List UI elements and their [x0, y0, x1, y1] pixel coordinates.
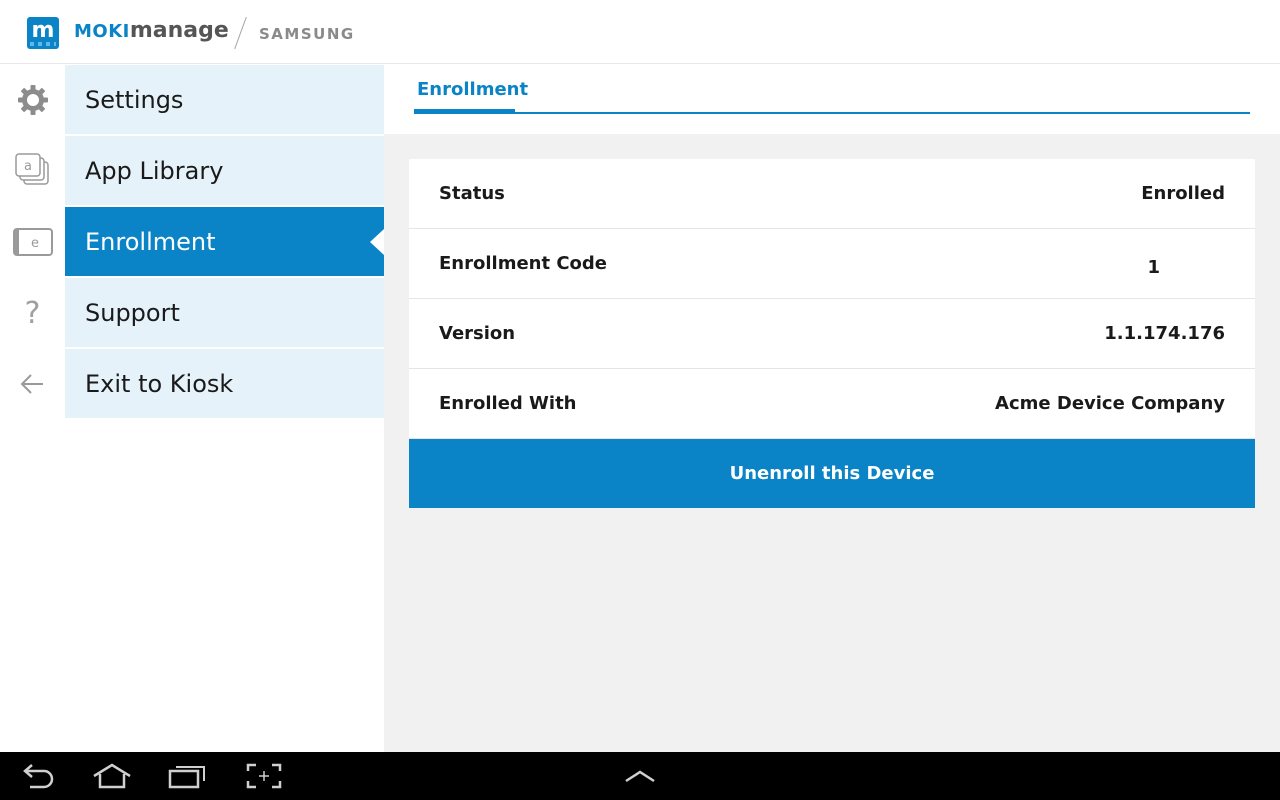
back-arrow-icon[interactable] [0, 349, 65, 419]
sidebar-item-enrollment[interactable]: Enrollment [65, 207, 384, 276]
enrolled-with-row: Enrolled With Acme Device Company [409, 369, 1255, 439]
sidebar-item-settings[interactable]: Settings [65, 65, 384, 134]
enrollment-code-row: Enrollment Code 1 [409, 229, 1255, 299]
sidebar-item-label: Enrollment [85, 227, 216, 256]
enrollment-panel: Status Enrolled Enrollment Code 1 Versio… [409, 159, 1255, 508]
chevron-up-icon[interactable] [616, 760, 664, 792]
brand-manage: manage [129, 18, 229, 43]
enrolled-with-label: Enrolled With [439, 393, 577, 414]
active-indicator [370, 229, 384, 255]
tab-selected-indicator [414, 109, 515, 114]
brand-divider [234, 16, 247, 50]
app-header: m MOKI manage SAMSUNG [0, 0, 1280, 64]
enrollment-icon[interactable]: e [0, 207, 65, 277]
side-menu: Settings App Library Enrollment Support … [65, 65, 384, 752]
version-row: Version 1.1.174.176 [409, 299, 1255, 369]
sidebar-item-label: App Library [85, 156, 224, 185]
tab-enrollment[interactable]: Enrollment [417, 79, 528, 100]
enrollment-code-value: 1 [1147, 257, 1160, 278]
sidebar-item-label: Settings [85, 85, 184, 114]
gear-icon[interactable] [0, 65, 65, 135]
screenshot-icon[interactable] [240, 760, 288, 792]
back-icon[interactable] [14, 760, 62, 792]
question-icon-glyph: ? [24, 295, 41, 331]
status-label: Status [439, 183, 505, 204]
logo-letter: m [31, 18, 55, 43]
sidebar-item-label: Support [85, 298, 180, 327]
icon-rail: a e ? [0, 65, 65, 752]
home-icon[interactable] [88, 760, 136, 792]
recent-apps-icon[interactable] [163, 760, 211, 792]
tab-bar: Enrollment [384, 65, 1280, 134]
app-window: m MOKI manage SAMSUNG a e ? Settings App… [0, 0, 1280, 800]
sidebar-item-support[interactable]: Support [65, 278, 384, 347]
brand-name: MOKI manage [74, 18, 229, 48]
enrolled-with-value: Acme Device Company [995, 393, 1225, 414]
main-content: Enrollment Status Enrolled Enrollment Co… [384, 65, 1280, 752]
version-value: 1.1.174.176 [1104, 323, 1225, 344]
status-row: Status Enrolled [409, 159, 1255, 229]
status-value: Enrolled [1141, 183, 1225, 204]
enrollment-code-label: Enrollment Code [439, 253, 608, 274]
question-icon[interactable]: ? [0, 278, 65, 348]
sidebar-item-exit-to-kiosk[interactable]: Exit to Kiosk [65, 349, 384, 418]
enrollment-icon-letter: e [31, 236, 39, 251]
moki-logo-icon: m [27, 17, 59, 49]
sidebar-item-app-library[interactable]: App Library [65, 136, 384, 205]
app-library-icon-letter: a [24, 159, 32, 174]
sidebar-item-label: Exit to Kiosk [85, 369, 234, 398]
brand-moki: MOKI [74, 21, 130, 42]
tab-bar-line [414, 112, 1250, 114]
system-nav-bar [0, 752, 1280, 800]
unenroll-button[interactable]: Unenroll this Device [409, 439, 1255, 508]
version-label: Version [439, 323, 516, 344]
app-library-icon[interactable]: a [0, 136, 65, 206]
partner-logo: SAMSUNG [259, 25, 355, 43]
